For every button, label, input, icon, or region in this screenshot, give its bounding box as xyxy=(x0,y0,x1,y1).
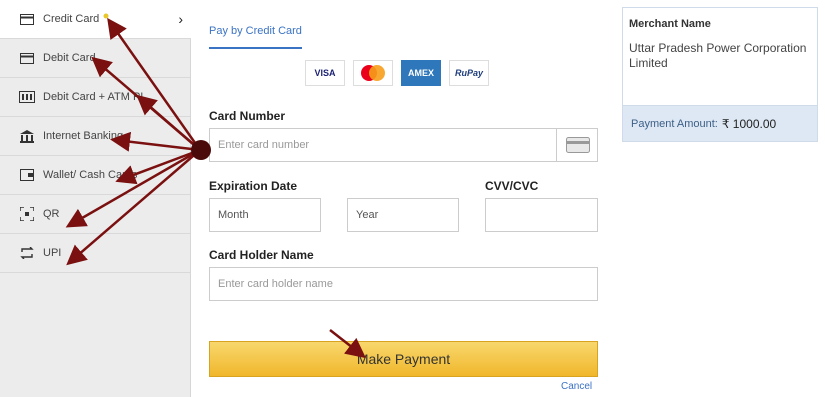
amex-logo: AMEX xyxy=(401,60,441,86)
bank-icon xyxy=(19,129,35,143)
sidebar-item-label: UPI xyxy=(43,247,62,259)
payment-amount-value: ₹ 1000.00 xyxy=(721,116,777,131)
debit-card-icon xyxy=(19,51,35,65)
sidebar-item-debit-atm-pin[interactable]: Debit Card + ATM PI xyxy=(0,78,190,117)
sidebar-item-debit-card[interactable]: Debit Card xyxy=(0,39,190,78)
card-number-label: Card Number xyxy=(209,109,286,123)
sidebar-item-upi[interactable]: UPI xyxy=(0,234,190,273)
mastercard-logo xyxy=(353,60,393,86)
rupay-logo: RuPay xyxy=(449,60,489,86)
cancel-link[interactable]: Cancel xyxy=(561,381,592,392)
atm-pin-icon xyxy=(19,90,35,104)
sidebar-item-qr[interactable]: QR xyxy=(0,195,190,234)
merchant-info-panel: Merchant Name Uttar Pradesh Power Corpor… xyxy=(622,7,818,142)
sidebar-item-label: Debit Card + ATM PI xyxy=(43,91,144,103)
cvv-input[interactable] xyxy=(485,198,598,232)
merchant-name: Uttar Pradesh Power Corporation Limited xyxy=(629,41,807,70)
upi-icon xyxy=(19,246,35,260)
payment-amount-label: Payment Amount: xyxy=(631,117,718,130)
month-select[interactable]: Month xyxy=(209,198,321,232)
sidebar-item-label: Debit Card xyxy=(43,52,96,64)
expiration-date-label: Expiration Date xyxy=(209,179,298,193)
payment-amount: Payment Amount: ₹ 1000.00 xyxy=(623,105,817,141)
sidebar-item-credit-card[interactable]: Credit Card › xyxy=(0,0,191,39)
merchant-title: Merchant Name xyxy=(629,18,711,30)
sidebar-item-label: Internet Banking xyxy=(43,130,124,142)
payment-method-sidebar: Credit Card › Debit Card Debit Card + AT… xyxy=(0,0,191,397)
card-type-icon xyxy=(556,128,598,162)
year-select[interactable]: Year xyxy=(347,198,459,232)
sidebar-item-label: Wallet/ Cash Cards xyxy=(43,169,138,181)
card-holder-label: Card Holder Name xyxy=(209,248,314,262)
wallet-icon xyxy=(19,168,35,182)
card-logos: VISA AMEX RuPay xyxy=(305,60,489,86)
qr-icon xyxy=(19,207,35,221)
make-payment-button[interactable]: Make Payment xyxy=(209,341,598,377)
sidebar-item-wallet[interactable]: Wallet/ Cash Cards xyxy=(0,156,190,195)
sidebar-item-label: QR xyxy=(43,208,60,220)
tab-pay-by-credit-card[interactable]: Pay by Credit Card xyxy=(209,25,302,49)
card-holder-input[interactable]: Enter card holder name xyxy=(209,267,598,301)
sidebar-item-internet-banking[interactable]: Internet Banking xyxy=(0,117,190,156)
card-number-input[interactable]: Enter card number xyxy=(209,128,598,162)
credit-card-icon xyxy=(19,12,35,26)
chevron-right-icon: › xyxy=(178,11,183,27)
cvv-label: CVV/CVC xyxy=(485,179,539,193)
sidebar-item-label: Credit Card xyxy=(43,13,100,25)
visa-logo: VISA xyxy=(305,60,345,86)
arrow-origin-dot xyxy=(191,140,211,160)
